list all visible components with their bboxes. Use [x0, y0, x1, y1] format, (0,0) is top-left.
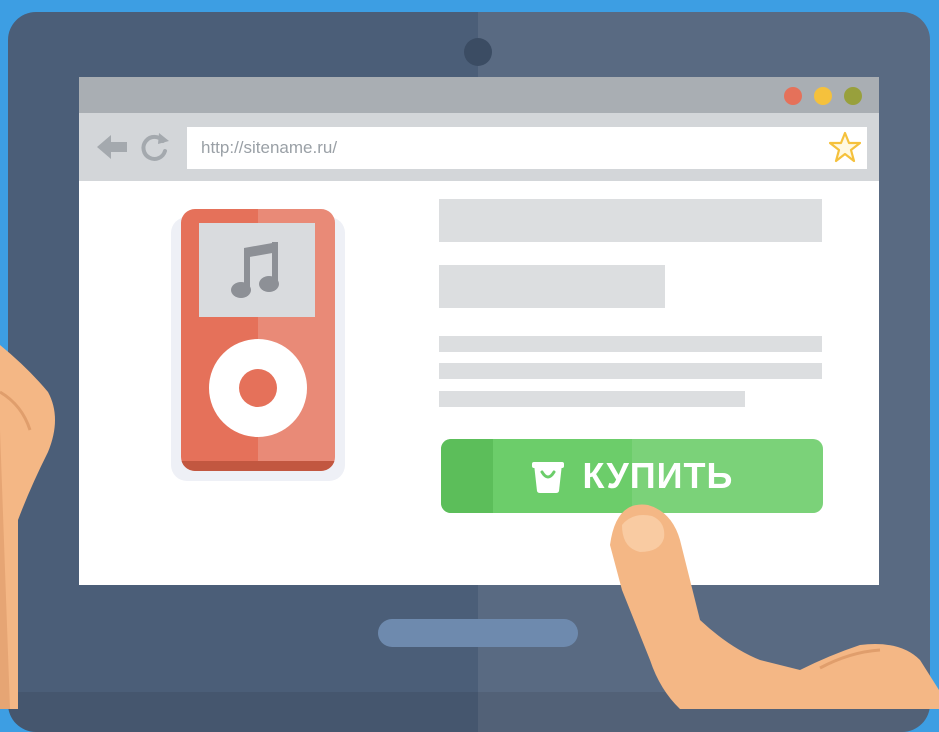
browser-toolbar: http://sitename.ru/ [79, 113, 879, 181]
close-window-button[interactable] [784, 87, 802, 105]
click-wheel [209, 339, 307, 437]
music-player-icon [181, 209, 335, 471]
buy-button[interactable]: КУПИТЬ [441, 439, 823, 513]
browser-title-bar [79, 77, 879, 113]
buy-button-accent [441, 439, 493, 513]
player-screen [199, 223, 315, 317]
reload-icon[interactable] [139, 131, 169, 163]
tablet-bezel-bottom [8, 692, 930, 732]
browser-window: http://sitename.ru/ КУПИТЬ [79, 77, 879, 585]
minimize-window-button[interactable] [814, 87, 832, 105]
description-line-placeholder [439, 391, 745, 407]
page-content: КУПИТЬ [79, 181, 879, 585]
maximize-window-button[interactable] [844, 87, 862, 105]
description-line-placeholder [439, 363, 822, 379]
player-base [181, 461, 335, 471]
back-arrow-icon[interactable] [97, 133, 131, 161]
buy-button-label: КУПИТЬ [582, 455, 734, 496]
music-note-icon [231, 242, 279, 298]
camera-icon [464, 38, 492, 66]
url-text: http://sitename.ru/ [201, 138, 338, 157]
wheel-center [239, 369, 277, 407]
address-bar[interactable]: http://sitename.ru/ [187, 127, 867, 169]
tablet-device: http://sitename.ru/ КУПИТЬ [8, 12, 930, 732]
bookmark-star-icon[interactable] [829, 131, 861, 163]
shopping-bag-icon [531, 462, 564, 493]
product-title-placeholder [439, 199, 822, 242]
product-price-placeholder [439, 265, 665, 308]
description-line-placeholder [439, 336, 822, 352]
home-button[interactable] [378, 619, 578, 647]
